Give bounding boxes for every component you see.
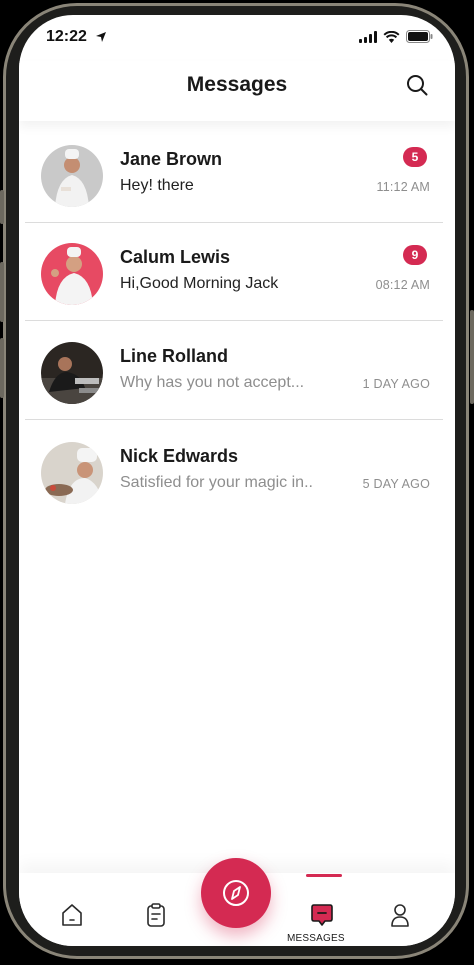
unread-badge: 5 — [403, 147, 427, 167]
message-preview: Satisfied for your magic in.. — [120, 474, 313, 491]
conversation-row[interactable]: Calum Lewis Hi,Good Morning Jack 9 08:12… — [25, 223, 443, 321]
user-icon[interactable] — [386, 901, 414, 929]
message-time: 08:12 AM — [375, 278, 430, 292]
message-preview: Hi,Good Morning Jack — [120, 275, 279, 292]
message-preview: Hey! there — [120, 177, 194, 194]
header: Messages — [19, 61, 455, 121]
contact-name: Line Rolland — [120, 346, 228, 366]
screen: 12:22 Messages Jane Brown Hey! there 5 1… — [19, 15, 455, 946]
contact-name: Calum Lewis — [120, 247, 231, 267]
explore-fab-button[interactable] — [201, 858, 271, 928]
message-time: 5 DAY AGO — [362, 477, 430, 491]
cellular-signal-icon — [359, 30, 377, 43]
page-title: Messages — [186, 73, 288, 96]
side-button — [0, 190, 4, 224]
status-bar: 12:22 — [19, 15, 455, 61]
clipboard-icon[interactable] — [142, 901, 170, 929]
divider — [25, 419, 443, 420]
side-button — [470, 310, 474, 404]
avatar — [41, 342, 103, 404]
active-tab-indicator — [306, 874, 342, 877]
tab-label-messages: MESSAGES — [287, 933, 345, 944]
contact-name: Nick Edwards — [120, 446, 239, 466]
conversation-row[interactable]: Line Rolland Why has you not accept... 1… — [25, 322, 443, 420]
status-icons — [359, 30, 433, 43]
unread-badge: 9 — [403, 245, 427, 265]
home-icon[interactable] — [58, 901, 86, 929]
side-button — [0, 338, 4, 398]
divider — [25, 320, 443, 321]
wifi-icon — [383, 30, 400, 43]
location-arrow-icon — [96, 32, 106, 42]
avatar — [41, 442, 103, 504]
compass-icon — [223, 880, 249, 906]
contact-name: Jane Brown — [120, 149, 223, 169]
avatar — [41, 145, 103, 207]
side-button — [0, 262, 4, 322]
battery-icon — [406, 30, 433, 43]
message-preview: Why has you not accept... — [120, 374, 305, 391]
avatar — [41, 243, 103, 305]
search-icon[interactable] — [405, 73, 429, 97]
conversation-row[interactable]: Nick Edwards Satisfied for your magic in… — [25, 422, 443, 520]
conversation-row[interactable]: Jane Brown Hey! there 5 11:12 AM — [25, 125, 443, 223]
status-time: 12:22 — [46, 28, 87, 45]
message-icon[interactable] — [308, 901, 336, 929]
message-time: 11:12 AM — [376, 180, 430, 194]
message-time: 1 DAY AGO — [362, 377, 430, 391]
